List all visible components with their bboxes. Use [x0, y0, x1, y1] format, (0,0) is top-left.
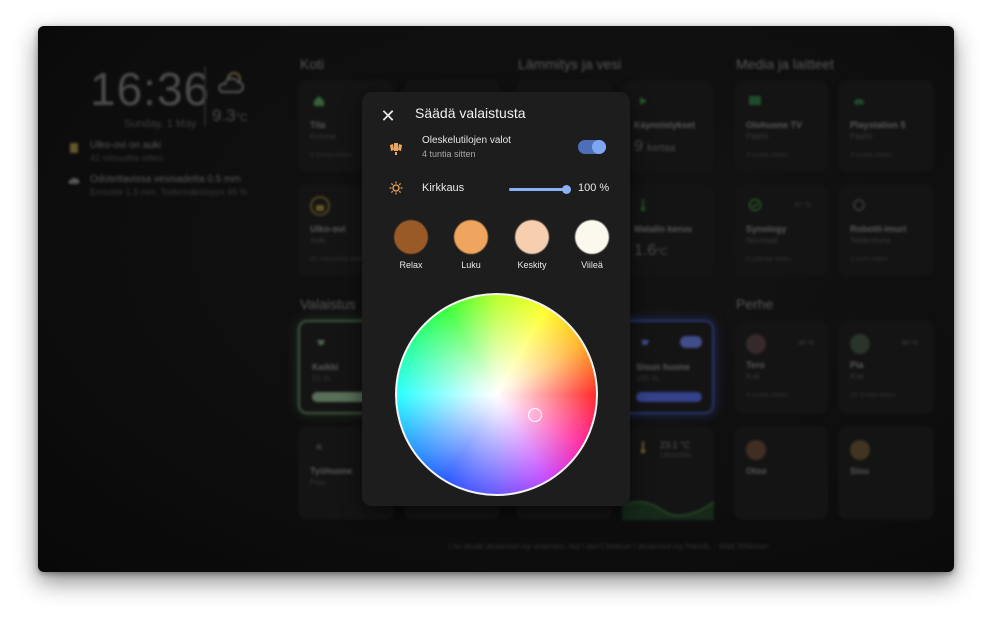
preset-label: Viileä: [581, 260, 603, 270]
preset-label: Relax: [399, 260, 423, 270]
slider-thumb[interactable]: [562, 185, 571, 194]
brightness-slider[interactable]: [509, 185, 571, 194]
close-icon[interactable]: ✕: [378, 106, 398, 126]
brightness-icon: [389, 181, 403, 195]
preset-label: Keskity: [517, 260, 547, 270]
light-last-changed: 4 tuntia sitten: [422, 149, 476, 159]
light-toggle[interactable]: [578, 140, 606, 154]
preset-swatch: [454, 220, 488, 254]
preset-keskity[interactable]: Keskity: [502, 220, 562, 270]
color-wheel[interactable]: [395, 293, 598, 496]
preset-label: Luku: [461, 260, 481, 270]
preset-swatch: [515, 220, 549, 254]
brightness-value: 100 %: [578, 182, 610, 194]
color-wheel-handle[interactable]: [528, 408, 542, 422]
dialog-title: Säädä valaistusta: [415, 105, 526, 121]
light-name: Oleskelutilojen valot: [422, 135, 511, 146]
preset-swatch: [394, 220, 428, 254]
light-control-dialog: ✕ Säädä valaistusta Oleskelutilojen valo…: [362, 92, 630, 506]
preset-luku[interactable]: Luku: [441, 220, 501, 270]
preset-swatch: [575, 220, 609, 254]
ceiling-light-icon: [390, 143, 402, 155]
toggle-knob: [592, 140, 606, 154]
brightness-label: Kirkkaus: [422, 182, 465, 194]
preset-viilea[interactable]: Viileä: [562, 220, 622, 270]
preset-relax[interactable]: Relax: [381, 220, 441, 270]
